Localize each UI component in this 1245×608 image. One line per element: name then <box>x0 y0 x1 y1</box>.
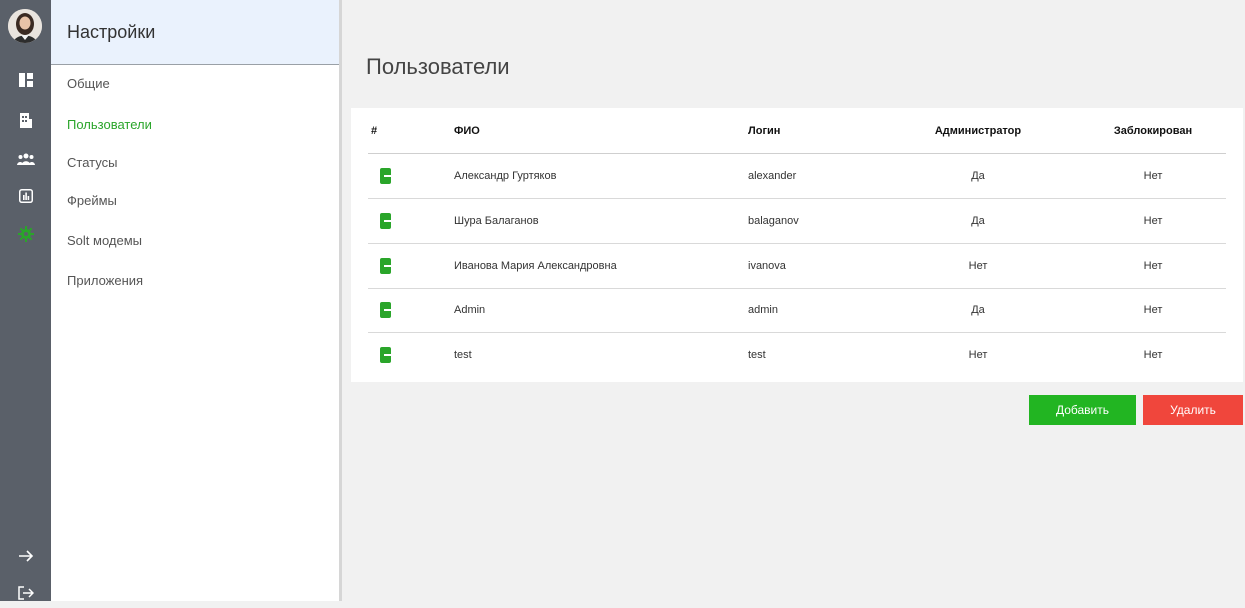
row-admin: Нет <box>968 260 988 272</box>
header-blocked[interactable]: Заблокирован <box>1078 108 1228 153</box>
settings-nav-panel: Настройки Общие Пользователи Статусы Фре… <box>51 0 342 601</box>
row-login: alexander <box>748 170 797 182</box>
user-avatar[interactable] <box>8 9 42 43</box>
row-select-checkbox[interactable] <box>380 347 392 363</box>
row-select-checkbox[interactable] <box>380 213 392 229</box>
add-user-button[interactable]: Добавить <box>1029 395 1136 425</box>
row-fio: Admin <box>454 304 486 316</box>
nav-item-statuses[interactable]: Статусы <box>67 155 117 170</box>
row-admin: Да <box>971 304 985 316</box>
nav-item-general[interactable]: Общие <box>67 76 110 91</box>
row-admin: Нет <box>968 349 988 361</box>
row-blocked: Нет <box>1143 349 1163 361</box>
page-title: Пользователи <box>366 54 510 79</box>
avatar-image <box>8 9 42 43</box>
row-fio: Александр Гуртяков <box>454 170 557 182</box>
row-fio: Шура Балаганов <box>454 215 539 227</box>
chart-icon[interactable] <box>0 181 51 211</box>
row-select-checkbox[interactable] <box>380 258 392 274</box>
row-blocked: Нет <box>1143 170 1163 182</box>
table-row[interactable]: Шура Балаганов balaganov Да Нет <box>368 199 1226 244</box>
row-login: balaganov <box>748 215 799 227</box>
header-admin[interactable]: Администратор <box>888 108 1068 153</box>
header-num: # <box>371 124 378 137</box>
delete-user-button[interactable]: Удалить <box>1143 395 1243 425</box>
row-login: test <box>748 349 766 361</box>
row-blocked: Нет <box>1143 304 1163 316</box>
row-admin: Да <box>971 215 985 227</box>
row-fio: Иванова Мария Александровна <box>454 260 617 272</box>
table-row[interactable]: Александр Гуртяков alexander Да Нет <box>368 154 1226 199</box>
nav-item-users[interactable]: Пользователи <box>67 117 152 132</box>
header-login[interactable]: Логин <box>748 108 868 153</box>
row-blocked: Нет <box>1143 260 1163 272</box>
row-select-checkbox[interactable] <box>380 302 392 318</box>
table-row[interactable]: test test Нет Нет <box>368 333 1226 377</box>
table-header-row: # ФИО Логин Администратор Заблокирован <box>368 108 1226 154</box>
gear-icon[interactable] <box>0 219 51 249</box>
table-row[interactable]: Admin admin Да Нет <box>368 288 1226 333</box>
arrow-right-icon[interactable] <box>0 541 51 571</box>
users-icon[interactable] <box>0 144 51 174</box>
nav-item-solt-modems[interactable]: Solt модемы <box>67 233 142 248</box>
row-admin: Да <box>971 170 985 182</box>
row-login: ivanova <box>748 260 786 272</box>
nav-item-frames[interactable]: Фреймы <box>67 193 117 208</box>
users-table: # ФИО Логин Администратор Заблокирован А… <box>351 108 1243 382</box>
settings-nav-title: Настройки <box>51 0 339 65</box>
building-icon[interactable] <box>0 105 51 135</box>
nav-item-applications[interactable]: Приложения <box>67 273 143 288</box>
header-fio[interactable]: ФИО <box>454 108 734 153</box>
table-row[interactable]: Иванова Мария Александровна ivanova Нет … <box>368 244 1226 289</box>
icon-rail <box>0 0 51 601</box>
dashboard-icon[interactable] <box>0 65 51 95</box>
row-login: admin <box>748 304 778 316</box>
logout-icon[interactable] <box>0 578 51 608</box>
row-select-checkbox[interactable] <box>380 168 392 184</box>
row-fio: test <box>454 349 472 361</box>
row-blocked: Нет <box>1143 215 1163 227</box>
